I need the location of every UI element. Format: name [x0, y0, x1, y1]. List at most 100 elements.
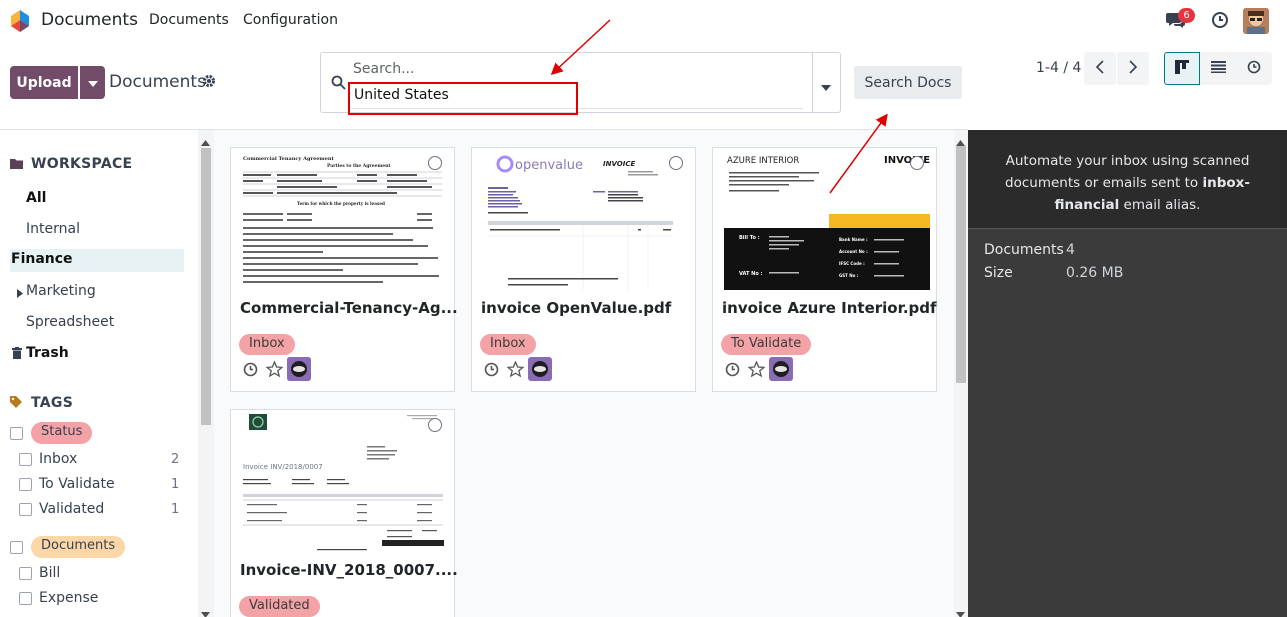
breadcrumb: Documents [109, 72, 206, 92]
scroll-down-arrow-icon[interactable] [956, 606, 965, 617]
card-title: Invoice-INV_2018_0007.... [240, 561, 458, 579]
activity-clock-icon[interactable] [484, 362, 499, 381]
search-placeholder[interactable]: Search... [353, 61, 414, 77]
status-badge: Inbox [239, 334, 295, 355]
workspace-internal[interactable]: Internal [26, 221, 80, 237]
inbox-automation-message: Automate your inbox using scanned docume… [976, 150, 1279, 216]
select-circle[interactable] [910, 156, 924, 170]
tag-validated[interactable]: Validated [39, 501, 104, 517]
menu-configuration[interactable]: Configuration [243, 12, 338, 28]
card-title: invoice Azure Interior.pdf [722, 299, 937, 317]
gear-icon[interactable] [202, 74, 216, 92]
user-avatar[interactable] [1243, 8, 1269, 34]
document-card[interactable]: Invoice INV/2018/0007 Invoice-INV_2018_0… [230, 409, 458, 617]
tag-bill-checkbox[interactable] [19, 567, 32, 580]
activity-view-button[interactable] [1236, 52, 1272, 85]
pager-next-button[interactable] [1117, 52, 1149, 85]
azure-company: AZURE INTERIOR [727, 156, 799, 166]
document-card[interactable]: AZURE INTERIOR INVOICE Bill To : VAT No … [712, 147, 937, 392]
tag-group-status[interactable]: Status [31, 422, 93, 444]
pager-previous-button[interactable] [1084, 52, 1116, 85]
tag-validated-checkbox[interactable] [19, 503, 32, 516]
document-thumbnail: Invoice INV/2018/0007 [237, 412, 448, 552]
chat-count-badge: 6 [1178, 8, 1195, 23]
status-badge: To Validate [721, 334, 812, 355]
document-thumbnail: Commercial Tenancy Agreement Parties to … [237, 150, 448, 290]
select-circle[interactable] [428, 418, 442, 432]
inv2018-title: Invoice INV/2018/0007 [243, 463, 323, 471]
tag-bill[interactable]: Bill [39, 565, 60, 581]
annotation-highlight-box [348, 82, 578, 115]
owner-avatar [769, 357, 793, 381]
workspace-finance[interactable]: Finance [11, 251, 73, 267]
kanban-view-button[interactable] [1164, 52, 1200, 85]
document-card[interactable]: openvalue INVOICE invoice OpenValue.pdf … [471, 147, 696, 392]
azure-account-no: Account No : [839, 249, 868, 254]
upload-button[interactable]: Upload [10, 66, 78, 99]
scroll-down-arrow-icon[interactable] [201, 606, 210, 617]
main-scrollbar-thumb[interactable] [956, 146, 966, 383]
sidebar: WORKSPACE All Internal Finance Marketing… [0, 130, 198, 617]
scroll-up-arrow-icon[interactable] [956, 134, 965, 150]
tag-expense-checkbox[interactable] [19, 592, 32, 605]
owner-avatar [528, 357, 552, 381]
tag-to-validate-checkbox[interactable] [19, 478, 32, 491]
activity-clock-icon[interactable] [1211, 11, 1229, 33]
status-badge: Inbox [480, 334, 536, 355]
document-thumbnail: AZURE INTERIOR INVOICE Bill To : VAT No … [719, 150, 930, 290]
details-divider [968, 228, 1287, 229]
scroll-up-arrow-icon[interactable] [201, 134, 210, 150]
select-circle[interactable] [669, 156, 683, 170]
tag-to-validate[interactable]: To Validate [39, 476, 115, 492]
tag-inbox-count: 2 [171, 452, 180, 467]
menu-documents[interactable]: Documents [149, 12, 229, 28]
search-docs-button[interactable]: Search Docs [854, 66, 962, 99]
tenancy-heading: Commercial Tenancy Agreement [243, 156, 335, 162]
documents-app-logo-icon[interactable] [9, 8, 31, 32]
tag-inbox-checkbox[interactable] [19, 453, 32, 466]
workspace-finance-row[interactable]: Finance [10, 249, 184, 272]
document-thumbnail: openvalue INVOICE [478, 150, 689, 290]
select-circle[interactable] [428, 156, 442, 170]
kanban-icon [1175, 59, 1189, 78]
stat-size-label: Size [984, 265, 1013, 281]
upload-dropdown-toggle[interactable] [80, 66, 105, 99]
activity-clock-icon[interactable] [725, 362, 740, 381]
workspace-marketing[interactable]: Marketing [26, 283, 96, 299]
openvalue-brand: openvalue [515, 158, 583, 173]
workspace-spreadsheet[interactable]: Spreadsheet [26, 314, 114, 330]
tag-inbox[interactable]: Inbox [39, 451, 77, 467]
app-name[interactable]: Documents [41, 10, 138, 30]
tag-group-documents-checkbox[interactable] [10, 541, 23, 554]
trash-icon [12, 347, 22, 363]
star-icon[interactable] [506, 360, 525, 381]
details-panel: Automate your inbox using scanned docume… [968, 130, 1287, 617]
stat-documents-value: 4 [1066, 242, 1075, 258]
card-title: Commercial-Tenancy-Ag... [240, 299, 458, 317]
workspace-all[interactable]: All [26, 190, 46, 206]
activity-clock-icon[interactable] [243, 362, 258, 381]
workspace-heading: WORKSPACE [31, 156, 133, 172]
workspace-trash[interactable]: Trash [26, 345, 69, 361]
details-panel-header: Automate your inbox using scanned docume… [968, 130, 1287, 228]
sidebar-scrollbar-thumb[interactable] [201, 148, 211, 425]
owner-avatar [287, 357, 311, 381]
chevron-left-icon [1095, 59, 1104, 78]
star-icon[interactable] [265, 360, 284, 381]
tag-group-documents[interactable]: Documents [31, 536, 126, 558]
tag-expense[interactable]: Expense [39, 590, 98, 606]
tag-group-status-checkbox[interactable] [10, 427, 23, 440]
chevron-right-icon [1129, 59, 1138, 78]
star-icon[interactable] [747, 360, 766, 381]
clock-icon [1247, 60, 1261, 78]
openvalue-invoice-title: INVOICE [603, 160, 635, 168]
stat-size-value: 0.26 MB [1066, 265, 1124, 281]
caret-right-icon[interactable] [17, 286, 23, 302]
list-icon [1210, 60, 1226, 77]
search-divider [812, 53, 813, 112]
list-view-button[interactable] [1200, 52, 1236, 85]
search-options-caret-icon[interactable] [821, 79, 831, 95]
document-card[interactable]: Commercial Tenancy Agreement Parties to … [230, 147, 458, 392]
azure-vat-no: VAT No : [739, 271, 763, 277]
pager-value[interactable]: 1-4 / 4 [1036, 60, 1081, 76]
